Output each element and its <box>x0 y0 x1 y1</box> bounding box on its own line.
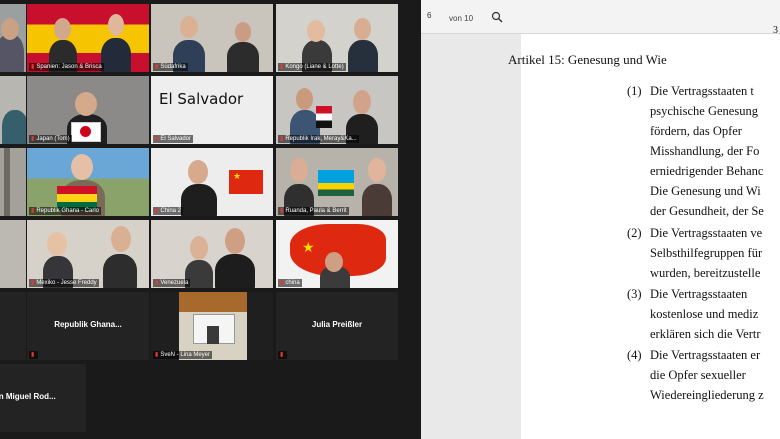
text-line: Wiedereingliederung z <box>650 388 764 402</box>
video-tile-spanien[interactable]: ▮ Spanien: Jason & Brisca <box>27 4 149 72</box>
participant-name: ▮ Südafrika <box>153 63 188 71</box>
paragraph-number: (4) <box>627 348 642 362</box>
page-corner-text: 3 <box>773 25 778 36</box>
video-tile-china[interactable]: ★ ▮ china <box>276 220 398 288</box>
video-tile-sven[interactable]: ▮ SveN - Lina Meyer <box>151 292 273 360</box>
text-line: Selbsthilfegruppen für <box>650 246 763 260</box>
text-line: kostenlose und mediz <box>650 307 759 321</box>
video-tile-julia[interactable]: Julia Preißler ▮ <box>276 292 398 360</box>
sign-text: El Salvador <box>159 90 244 108</box>
participant-name: ▮ Republik Irak, Meray&Ka... <box>278 135 359 143</box>
participant-name: ▮ china <box>278 279 302 287</box>
text-line: Misshandlung, der Fo <box>650 144 760 158</box>
participant-name: ▮ SveN - Lina Meyer <box>153 351 212 359</box>
participant-name: ▮ Mexiko - Jesse Freddy <box>29 279 99 287</box>
mic-muted-icon: ▮ <box>278 351 288 359</box>
participant-name: ▮ El Salvador <box>153 135 193 143</box>
participant-name: ▮ China 2 <box>153 207 183 215</box>
video-tile[interactable] <box>0 148 26 216</box>
mic-muted-icon: ▮ <box>29 351 39 359</box>
participant-display-name: an Miguel Rod... <box>0 392 56 401</box>
participant-name: ▮ Ruanda, Paula & Berrit <box>278 207 349 215</box>
video-tile[interactable] <box>0 4 26 72</box>
paragraph-number: (2) <box>627 226 642 240</box>
video-tile-ruanda[interactable]: ▮ Ruanda, Paula & Berrit <box>276 148 398 216</box>
participant-name: ▮ Venezuela <box>153 279 191 287</box>
text-line: Die Vertragsstaaten er <box>650 348 761 362</box>
text-line: Die Genesung und Wi <box>650 184 761 198</box>
video-tile-japan[interactable]: ▮ Japan (Tom) <box>27 76 149 144</box>
text-line: erniedrigender Behanc <box>650 164 764 178</box>
video-tile-miguel[interactable]: an Miguel Rod... <box>0 364 86 432</box>
search-icon[interactable] <box>491 11 503 23</box>
page-number-input[interactable]: 6 <box>427 11 447 25</box>
text-line: Die Vertragsstaaten ve <box>650 226 763 240</box>
text-line: die Opfer sexueller <box>650 368 746 382</box>
participant-display-name: Julia Preißler <box>311 320 363 329</box>
video-tile-ghana[interactable]: ▮ Republik Ghana - Carlo <box>27 148 149 216</box>
participant-display-name: Republik Ghana... <box>54 320 122 329</box>
participant-name: ▮ Kongo (Liane & Lotte) <box>278 63 346 71</box>
video-call-panel: ▮ Spanien: Jason & Brisca ▮ Südafrika ▮ Kon… <box>0 0 420 439</box>
text-line: Die Vertragsstaaten <box>650 287 748 301</box>
text-line: psychische Genesung <box>650 104 758 118</box>
participant-name: ▮ Spanien: Jason & Brisca <box>29 63 104 71</box>
video-tile-venezuela[interactable]: ▮ Venezuela <box>151 220 273 288</box>
text-line: fördern, das Opfer <box>650 124 742 138</box>
video-tile-irak[interactable]: ▮ Republik Irak, Meray&Ka... <box>276 76 398 144</box>
text-line: Die Vertragsstaaten t <box>650 84 754 98</box>
video-tile-ghana-off[interactable]: Republik Ghana... ▮ <box>27 292 149 360</box>
video-tile-mexiko[interactable]: ▮ Mexiko - Jesse Freddy <box>27 220 149 288</box>
video-tile[interactable] <box>0 220 26 288</box>
text-line: wurden, bereitzustelle <box>650 266 761 280</box>
viewer-toolbar: 6 von 10 <box>421 0 780 34</box>
participant-name: ▮ Republik Ghana - Carlo <box>29 207 102 215</box>
article-heading: Artikel 15: Genesung und Wie <box>508 52 667 67</box>
paragraph-number: (1) <box>627 84 642 98</box>
text-line: erklären sich die Vertr <box>650 327 761 341</box>
video-tile[interactable] <box>0 292 26 360</box>
video-tile-kongo[interactable]: ▮ Kongo (Liane & Lotte) <box>276 4 398 72</box>
video-tile[interactable] <box>0 76 26 144</box>
video-tile-el-salvador[interactable]: El Salvador ▮ El Salvador <box>151 76 273 144</box>
paragraph-number: (3) <box>627 287 642 301</box>
pdf-viewer: 6 von 10 3 Artikel 15: Genesung und Wie … <box>421 0 780 439</box>
video-tile-suedafrika[interactable]: ▮ Südafrika <box>151 4 273 72</box>
page-count-label: von 10 <box>449 14 474 23</box>
participant-name: ▮ Japan (Tom) <box>29 135 72 143</box>
video-tile-china-2[interactable]: ★ ▮ China 2 <box>151 148 273 216</box>
text-line: der Gesundheit, der Se <box>650 204 764 218</box>
